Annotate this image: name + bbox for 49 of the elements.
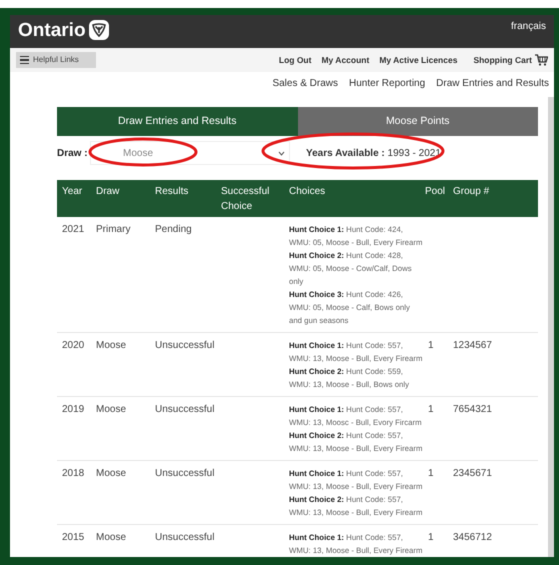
table-cell: Moose	[96, 468, 126, 479]
shopping-cart-link[interactable]: Shopping Cart	[473, 54, 548, 66]
table-cell: 1	[428, 532, 434, 543]
table-cell: Moose	[96, 404, 126, 415]
tab[interactable]: Moose Points	[298, 107, 538, 136]
table-cell: 3456712	[453, 532, 492, 543]
draw-label: Draw :	[57, 146, 89, 160]
shopping-cart-icon	[535, 54, 548, 66]
table-cell: 2018	[62, 468, 84, 479]
table-cell: 7654321	[453, 404, 492, 415]
column-header: Pool	[425, 186, 446, 197]
column-header: Group #	[453, 186, 490, 197]
table-cell: Moose	[96, 340, 126, 351]
helpful-links-button[interactable]: Helpful Links	[16, 52, 96, 68]
subnav-link[interactable]: Hunter Reporting	[349, 76, 426, 91]
table-cell: 2020	[62, 340, 84, 351]
subnav-link[interactable]: Draw Entries and Results	[436, 76, 549, 91]
column-header: Draw	[96, 186, 120, 197]
table-cell: Pending	[155, 224, 192, 235]
table-cell: Unsuccessful	[155, 404, 214, 415]
tab[interactable]: Draw Entries and Results	[57, 107, 298, 136]
column-header: Successful Choice	[221, 185, 270, 214]
nav-link[interactable]: My Account	[321, 54, 370, 66]
nav-link[interactable]: Log Out	[278, 54, 312, 66]
column-header: Choices	[289, 186, 326, 197]
chevron-down-icon	[278, 150, 285, 156]
table-cell: Moose	[96, 532, 126, 543]
table-cell: 1	[428, 404, 434, 415]
table-cell: Unsuccessful	[155, 532, 214, 543]
logo-wordmark[interactable]: Ontario	[18, 20, 86, 40]
draw-select[interactable]: Moose	[90, 141, 290, 165]
table-cell: 2021	[62, 224, 84, 235]
table-cell: 2015	[62, 532, 84, 543]
table-cell: 1234567	[453, 340, 492, 351]
table-cell: Unsuccessful	[155, 340, 214, 351]
table-cell: 2345671	[453, 468, 492, 479]
table-cell: Primary	[96, 224, 130, 235]
column-header: Results	[155, 186, 188, 197]
nav-link[interactable]: My Active Licences	[379, 54, 458, 66]
scrollbar[interactable]	[548, 97, 554, 557]
column-header: Year	[62, 186, 82, 197]
table-cell: 1	[428, 340, 434, 351]
menu-icon	[20, 56, 29, 64]
subnav-link[interactable]: Sales & Draws	[272, 76, 338, 91]
language-link[interactable]: français	[510, 15, 546, 34]
table-cell: 1	[428, 468, 434, 479]
trillium-logo-icon	[88, 20, 109, 40]
table-cell: 2019	[62, 404, 84, 415]
table-cell: Unsuccessful	[155, 468, 214, 479]
